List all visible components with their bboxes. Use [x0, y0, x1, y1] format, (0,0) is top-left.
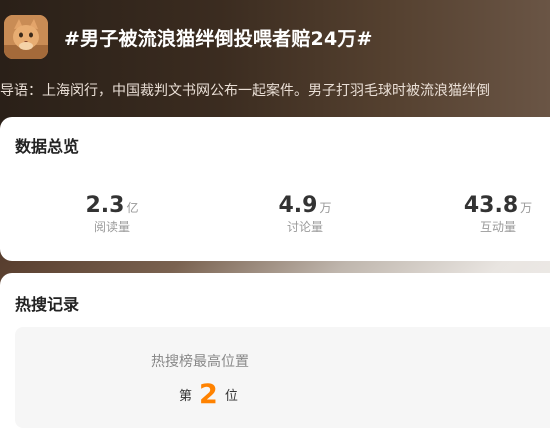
- stat-discussion-unit: 万: [319, 201, 332, 215]
- data-overview-card: 数据总览 2.3 亿 阅读量 4.9 万 讨论量 43.8 万 互动量: [0, 117, 550, 261]
- rank-prefix: 第: [179, 389, 193, 404]
- hot-search-rank-box: 热搜榜最高位置 第2位: [15, 327, 550, 428]
- stat-interaction-count: 43.8 万 互动量: [438, 193, 550, 235]
- stat-interaction-label: 互动量: [479, 220, 516, 234]
- rank-label: 热搜榜最高位置: [151, 354, 249, 370]
- rank-line: 第2位: [179, 379, 238, 410]
- stat-read-value: 2.3: [85, 193, 125, 218]
- topic-title: #男子被流浪猫绊倒投喂者赔24万#: [64, 28, 373, 50]
- topic-header: #男子被流浪猫绊倒投喂者赔24万# 导语：上海闵行，中国裁判文书网公布一起案件。…: [0, 0, 550, 125]
- stat-discussion-count: 4.9 万 讨论量: [245, 193, 365, 235]
- hot-search-title: 热搜记录: [15, 295, 80, 314]
- stat-interaction-value: 43.8: [463, 193, 519, 218]
- overview-title: 数据总览: [15, 137, 80, 156]
- stat-interaction-unit: 万: [520, 201, 533, 215]
- stat-read-count: 2.3 亿 阅读量: [52, 193, 172, 235]
- stat-discussion-value: 4.9: [278, 193, 318, 218]
- hot-search-card: 热搜记录 热搜榜最高位置 第2位: [0, 273, 550, 431]
- topic-cover-image[interactable]: [4, 15, 48, 59]
- rank-value: 2: [199, 379, 218, 410]
- rank-suffix: 位: [224, 389, 238, 404]
- cat-image-icon: [4, 15, 48, 59]
- stat-discussion-label: 讨论量: [286, 220, 323, 234]
- topic-intro: 导语：上海闵行，中国裁判文书网公布一起案件。男子打羽毛球时被流浪猫绊倒: [0, 83, 490, 99]
- stat-read-unit: 亿: [126, 201, 139, 215]
- stat-read-label: 阅读量: [93, 220, 130, 234]
